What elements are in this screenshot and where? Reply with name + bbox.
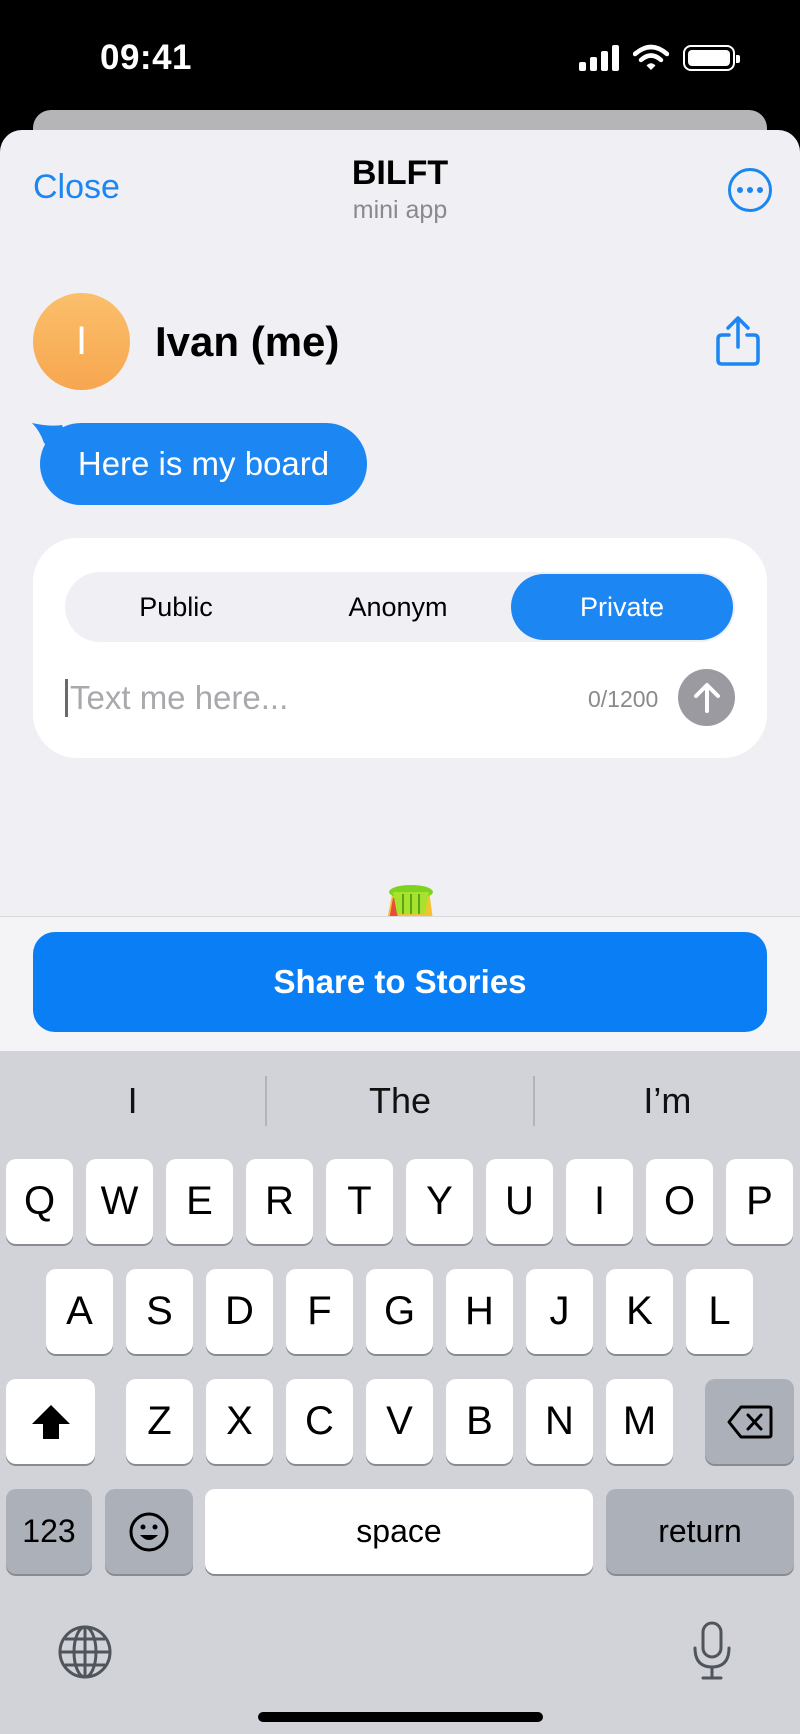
key-u[interactable]: U	[486, 1159, 553, 1244]
key-x[interactable]: X	[206, 1379, 273, 1464]
key-k[interactable]: K	[606, 1269, 673, 1354]
plant-pot-icon	[387, 885, 433, 920]
share-icon[interactable]	[714, 315, 762, 367]
key-a[interactable]: A	[46, 1269, 113, 1354]
battery-icon	[683, 45, 740, 71]
shift-arrow-icon	[31, 1404, 70, 1439]
avatar: I	[33, 293, 130, 390]
tab-anonym[interactable]: Anonym	[287, 572, 509, 642]
user-name: Ivan (me)	[155, 318, 340, 365]
wifi-icon	[633, 44, 669, 70]
arrow-up-icon	[693, 682, 720, 713]
key-h[interactable]: H	[446, 1269, 513, 1354]
status-time: 09:41	[100, 38, 193, 77]
key-n[interactable]: N	[526, 1379, 593, 1464]
tab-private[interactable]: Private	[511, 574, 733, 640]
message-input-placeholder: Text me here...	[70, 679, 289, 716]
emoji-icon	[129, 1512, 169, 1551]
space-key[interactable]: space	[205, 1489, 593, 1574]
message-input[interactable]: Text me here...	[65, 663, 565, 733]
home-indicator[interactable]	[258, 1712, 543, 1722]
key-l[interactable]: L	[686, 1269, 753, 1354]
suggestion-item[interactable]: I’m	[535, 1071, 800, 1131]
visibility-segmented-control: Public Anonym Private	[65, 572, 735, 642]
key-z[interactable]: Z	[126, 1379, 193, 1464]
numbers-key[interactable]: 123	[6, 1489, 92, 1574]
backspace-key[interactable]	[705, 1379, 794, 1464]
return-key[interactable]: return	[606, 1489, 794, 1574]
key-o[interactable]: O	[646, 1159, 713, 1244]
status-bar: 09:41	[0, 0, 800, 110]
key-c[interactable]: C	[286, 1379, 353, 1464]
key-i[interactable]: I	[566, 1159, 633, 1244]
keyboard: I The I’m Q W E R T Y U I O P A S D F G …	[0, 1051, 800, 1734]
composer-card: Public Anonym Private Text me here... 0/…	[33, 538, 767, 758]
share-area: Share to Stories	[0, 916, 800, 1052]
delete-icon	[727, 1405, 772, 1438]
key-y[interactable]: Y	[406, 1159, 473, 1244]
suggestion-bar: I The I’m	[0, 1071, 800, 1131]
microphone-icon[interactable]	[692, 1621, 732, 1681]
key-q[interactable]: Q	[6, 1159, 73, 1244]
cellular-signal-icon	[579, 45, 619, 71]
key-b[interactable]: B	[446, 1379, 513, 1464]
key-e[interactable]: E	[166, 1159, 233, 1244]
message-bubble: Here is my board	[40, 423, 367, 505]
more-options-button[interactable]	[728, 168, 772, 212]
globe-icon[interactable]	[57, 1624, 113, 1680]
text-caret	[65, 679, 68, 717]
key-w[interactable]: W	[86, 1159, 153, 1244]
ellipsis-circle-icon	[737, 187, 743, 193]
app-subtitle: mini app	[352, 196, 448, 224]
key-s[interactable]: S	[126, 1269, 193, 1354]
suggestion-item[interactable]: I	[0, 1071, 265, 1131]
suggestion-item[interactable]: The	[267, 1071, 532, 1131]
share-to-stories-button[interactable]: Share to Stories	[33, 932, 767, 1032]
key-j[interactable]: J	[526, 1269, 593, 1354]
key-f[interactable]: F	[286, 1269, 353, 1354]
key-r[interactable]: R	[246, 1159, 313, 1244]
emoji-key[interactable]	[105, 1489, 193, 1574]
shift-key[interactable]	[6, 1379, 95, 1464]
send-button[interactable]	[678, 669, 735, 726]
status-icons	[579, 44, 740, 72]
key-t[interactable]: T	[326, 1159, 393, 1244]
tab-public[interactable]: Public	[65, 572, 287, 642]
character-counter: 0/1200	[588, 686, 659, 712]
key-m[interactable]: M	[606, 1379, 673, 1464]
key-v[interactable]: V	[366, 1379, 433, 1464]
key-g[interactable]: G	[366, 1269, 433, 1354]
key-p[interactable]: P	[726, 1159, 793, 1244]
key-d[interactable]: D	[206, 1269, 273, 1354]
avatar-initial: I	[75, 319, 88, 363]
app-title: BILFT	[351, 154, 449, 192]
